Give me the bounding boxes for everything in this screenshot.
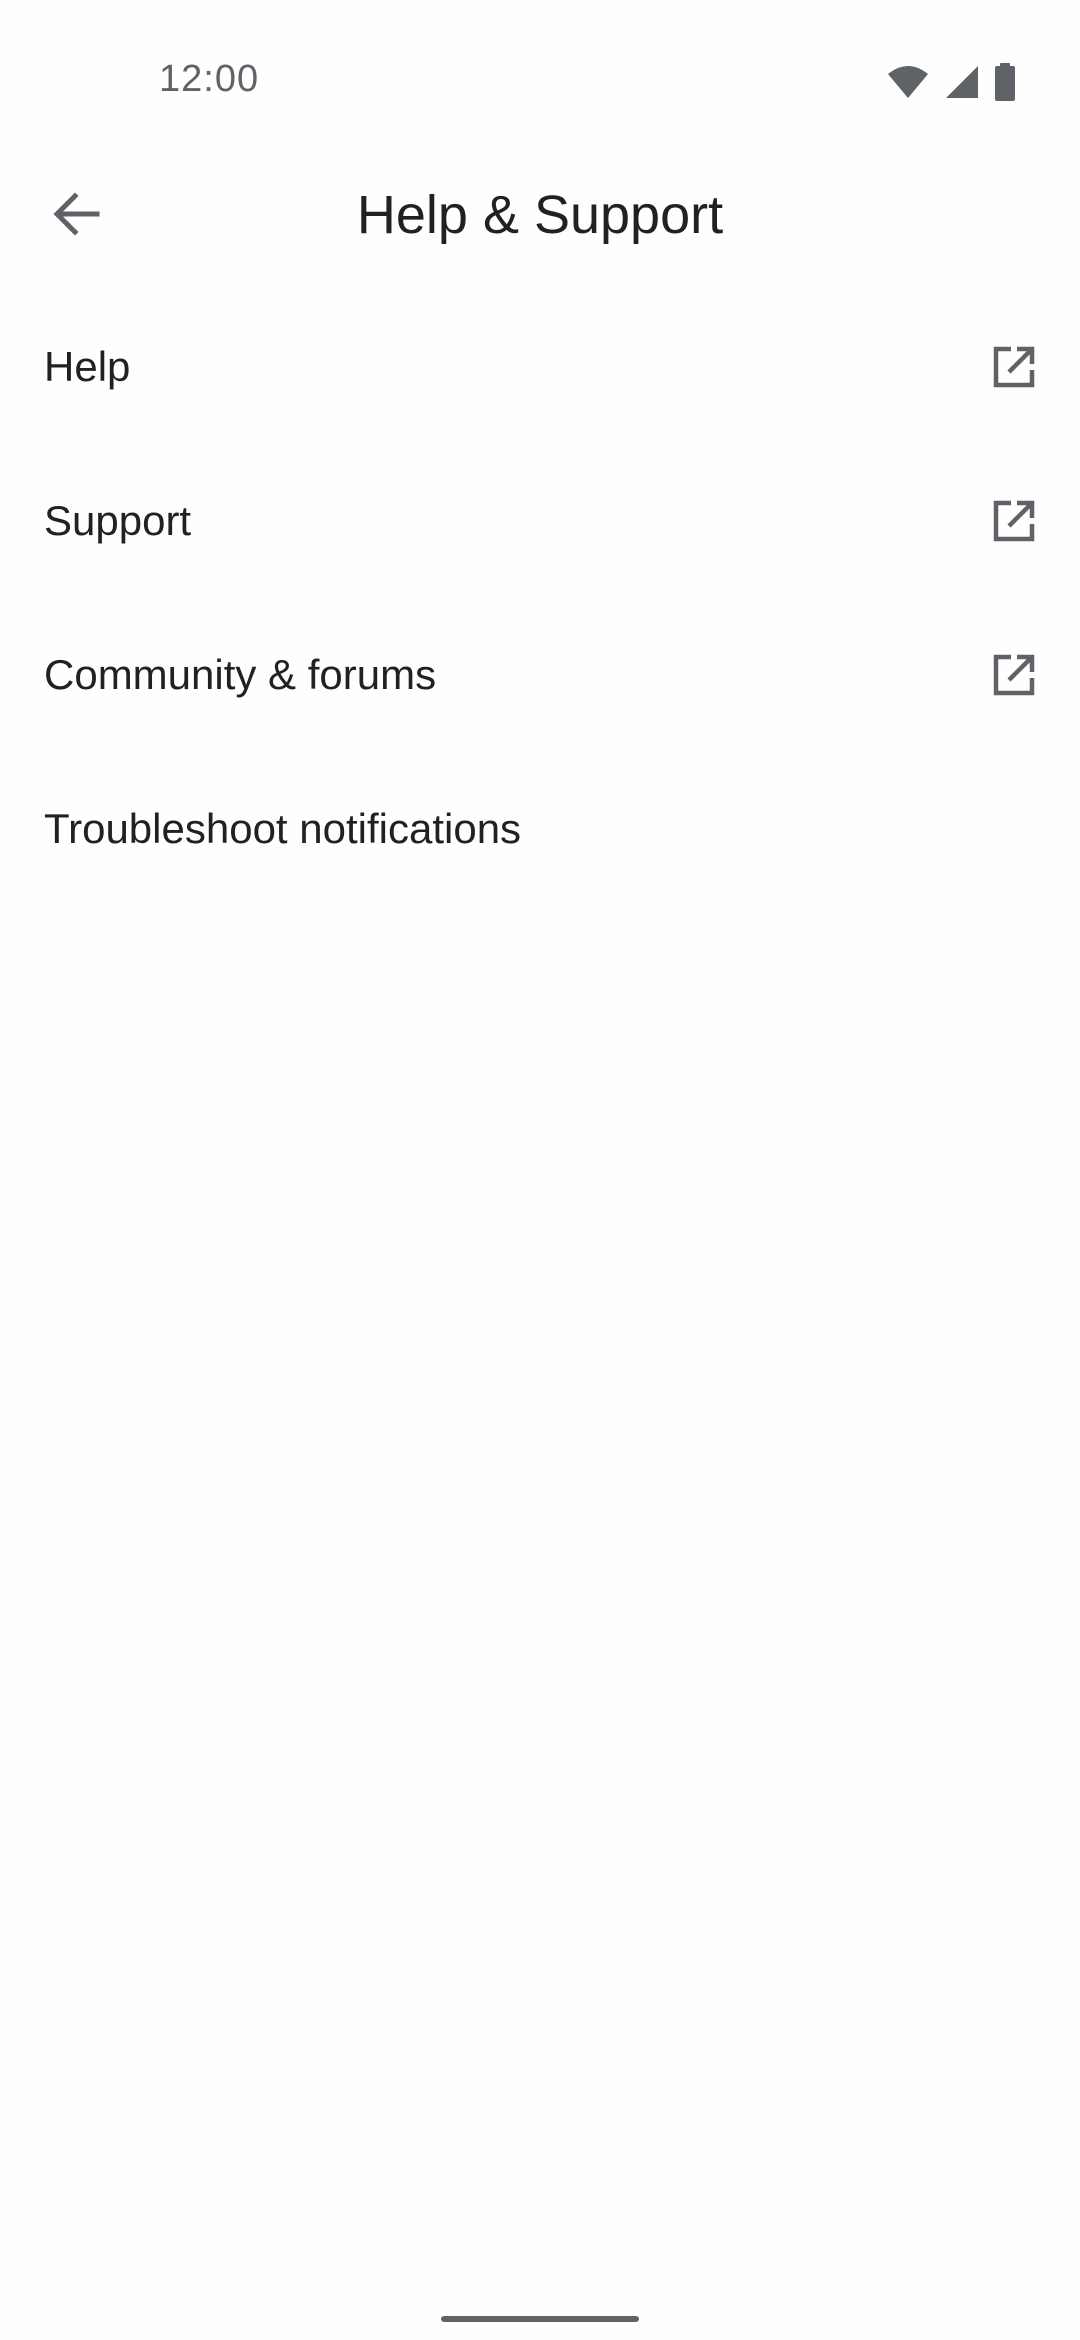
- status-time: 12:00: [159, 58, 260, 100]
- page-title: Help & Support: [356, 185, 724, 245]
- list-item-label: Help: [44, 343, 131, 390]
- list-item-label: Community & forums: [44, 651, 437, 698]
- list-item-help[interactable]: Help: [0, 290, 1080, 444]
- status-icons: [886, 62, 1016, 102]
- cell-signal-icon: [944, 64, 980, 100]
- open-in-new-icon: [990, 343, 1038, 391]
- list-item-support[interactable]: Support: [0, 444, 1080, 598]
- gesture-nav-handle[interactable]: [441, 2316, 639, 2322]
- list-item-troubleshoot-notifications[interactable]: Troubleshoot notifications: [0, 752, 1080, 906]
- wifi-icon: [886, 64, 930, 100]
- battery-icon: [994, 63, 1016, 101]
- open-in-new-icon: [990, 651, 1038, 699]
- app-bar: Help & Support: [0, 160, 1080, 270]
- list-item-label: Support: [44, 497, 192, 544]
- open-in-new-icon: [990, 497, 1038, 545]
- list-item-label: Troubleshoot notifications: [44, 805, 522, 852]
- list-item-community-forums[interactable]: Community & forums: [0, 598, 1080, 752]
- help-support-list: Help Support Community & forums Troubles…: [0, 290, 1080, 906]
- status-bar: 12:00: [0, 0, 1080, 150]
